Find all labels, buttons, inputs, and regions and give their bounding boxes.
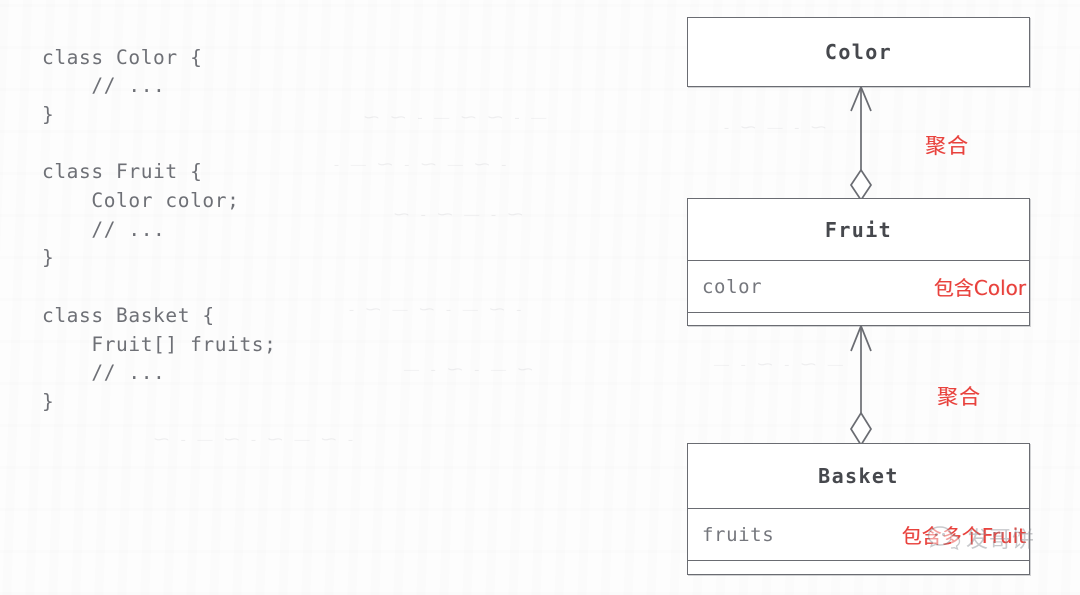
uml-class-diagram: Color 聚合 Fruit color 包含Color 聚合 Basket f… bbox=[0, 0, 1080, 595]
uml-attributes-fruit: color 包含Color bbox=[688, 260, 1029, 312]
aggregation-label-fruit-color: 聚合 bbox=[925, 134, 969, 158]
uml-annotation-fruit: 包含Color bbox=[933, 276, 1026, 300]
uml-class-name-basket: Basket bbox=[818, 464, 899, 488]
uml-attribute-fruits: fruits bbox=[702, 523, 775, 546]
uml-class-box-color: Color bbox=[687, 17, 1030, 87]
aggregation-connector-basket-fruit bbox=[849, 325, 873, 446]
uml-class-name-fruit: Fruit bbox=[824, 217, 893, 242]
uml-methods-compartment-fruit bbox=[688, 312, 1029, 326]
scanned-page: — ‐ ⁓ ⁓ — ‑ ⁓ ⁓ ‐ ⁓ — ⁓ ‑ ⁓ — ‐ ⁓ ‑ — ⁓ … bbox=[0, 0, 1080, 595]
uml-annotation-basket: 包含多个Fruit bbox=[901, 524, 1026, 548]
uml-attributes-basket: fruits 包含多个Fruit bbox=[688, 508, 1029, 560]
aggregation-label-basket-fruit: 聚合 bbox=[937, 385, 981, 409]
uml-attribute-color: color bbox=[702, 275, 763, 298]
uml-class-box-fruit: Fruit color 包含Color bbox=[687, 198, 1030, 326]
uml-methods-compartment-basket bbox=[688, 560, 1029, 575]
aggregation-connector-fruit-color bbox=[849, 86, 873, 201]
uml-class-name-color: Color bbox=[824, 40, 893, 64]
uml-class-box-basket: Basket fruits 包含多个Fruit bbox=[687, 443, 1030, 575]
